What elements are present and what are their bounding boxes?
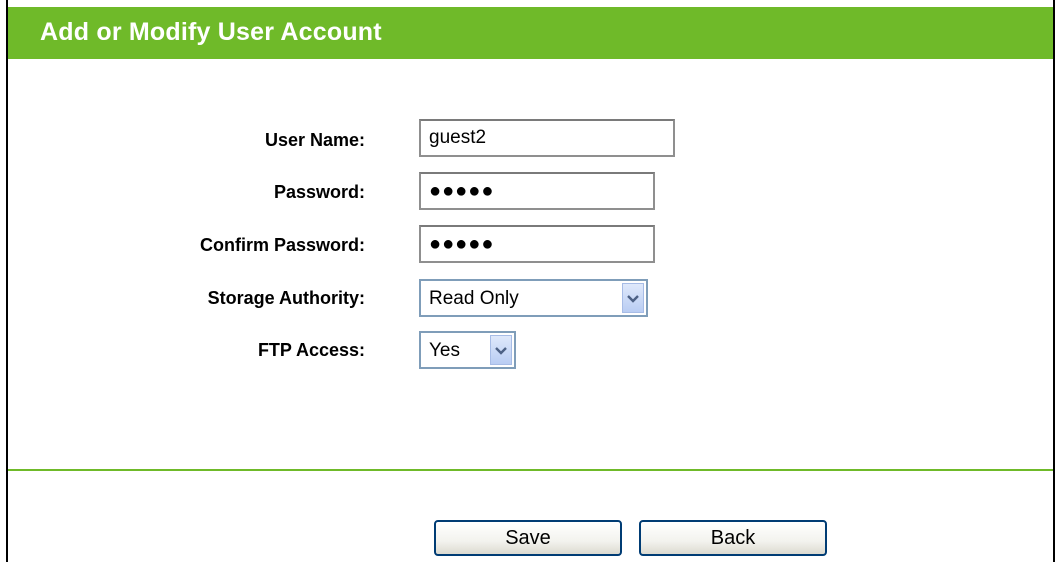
ftp-access-select[interactable]: Yes	[419, 331, 516, 369]
page-header: Add or Modify User Account	[8, 7, 1053, 59]
user-name-value: guest2	[429, 127, 487, 148]
ftp-access-value: Yes	[429, 340, 460, 361]
chevron-down-icon[interactable]	[622, 283, 644, 313]
confirm-password-label: Confirm Password:	[199, 235, 365, 255]
confirm-password-input[interactable]: ●●●●●	[419, 225, 655, 263]
ftp-access-label: FTP Access:	[257, 340, 365, 360]
storage-authority-value: Read Only	[429, 288, 519, 309]
footer-divider	[8, 469, 1053, 471]
password-value: ●●●●●	[429, 180, 495, 202]
password-input[interactable]: ●●●●●	[419, 172, 655, 210]
storage-authority-label: Storage Authority:	[207, 288, 365, 308]
user-name-label: User Name:	[264, 130, 365, 150]
save-button[interactable]: Save	[434, 520, 622, 556]
page-title: Add or Modify User Account	[40, 18, 382, 46]
confirm-password-value: ●●●●●	[429, 233, 495, 255]
chevron-down-icon[interactable]	[490, 335, 512, 365]
back-button[interactable]: Back	[639, 520, 827, 556]
user-name-input[interactable]: guest2	[419, 119, 675, 157]
storage-authority-select[interactable]: Read Only	[419, 279, 648, 317]
password-label: Password:	[273, 182, 365, 202]
